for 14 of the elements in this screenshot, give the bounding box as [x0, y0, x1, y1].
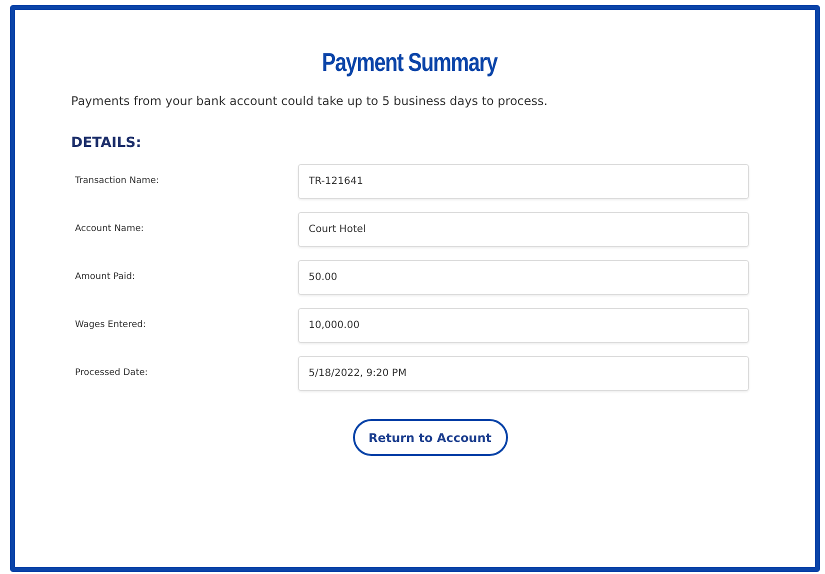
page-title: Payment Summary [322, 46, 498, 79]
field-label: Transaction Name: [74, 174, 160, 188]
section-heading: DETAILS: [71, 134, 142, 152]
input-field[interactable]: 10,000.00 [298, 308, 749, 343]
return-to-account-button[interactable]: Return to Account [352, 419, 508, 456]
input-field[interactable]: Court Hotel [298, 212, 749, 247]
field-label: Processed Date: [74, 366, 149, 380]
field-label: Account Name: [74, 222, 145, 236]
field-label: Amount Paid: [74, 270, 136, 284]
notice-text: Payments from your bank account could take up to 5 business days to process. [71, 93, 549, 109]
input-field[interactable]: 5/18/2022, 9:20 PM [298, 356, 749, 391]
input-field[interactable]: TR-121641 [298, 164, 749, 199]
input-field[interactable]: 50.00 [298, 260, 749, 295]
field-label: Wages Entered: [74, 318, 147, 332]
